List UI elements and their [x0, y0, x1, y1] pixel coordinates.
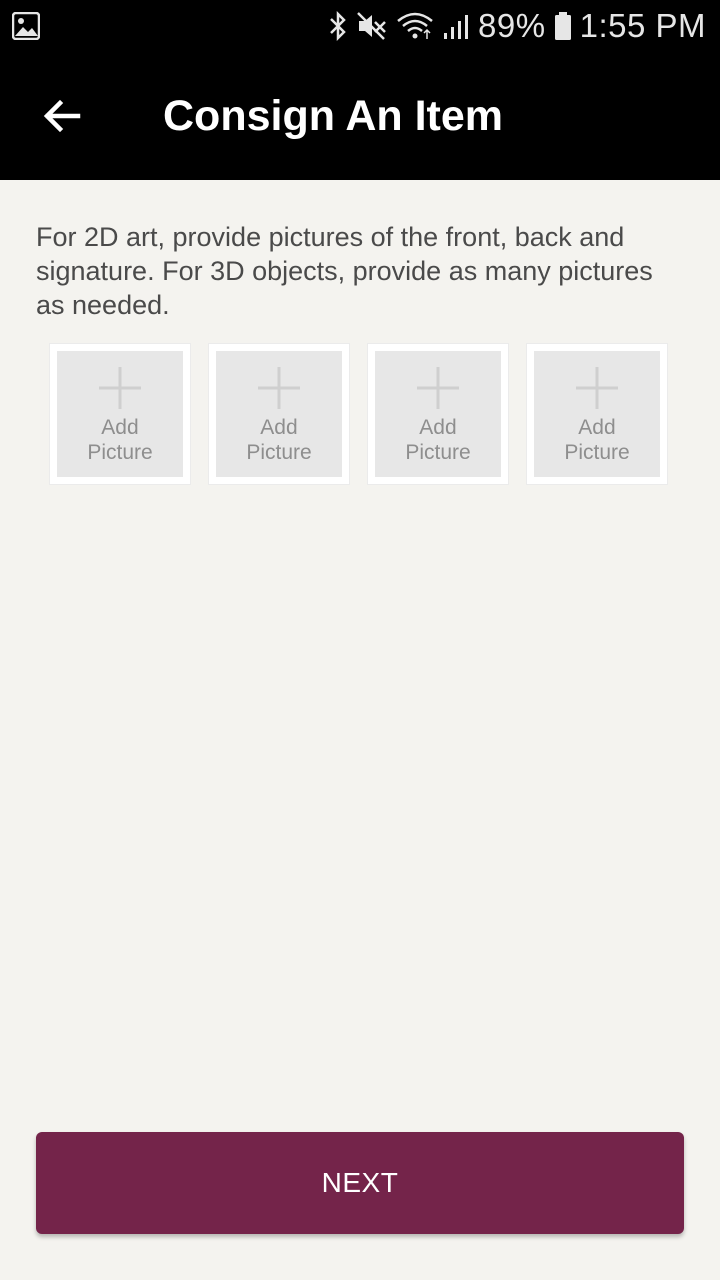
- add-picture-slot-4[interactable]: Add Picture: [526, 343, 668, 485]
- page-title: Consign An Item: [163, 92, 504, 140]
- add-picture-button[interactable]: Add Picture: [216, 351, 342, 477]
- add-picture-slot-2[interactable]: Add Picture: [208, 343, 350, 485]
- wifi-icon: [397, 12, 433, 39]
- signal-icon: [444, 15, 469, 39]
- add-picture-label: Add Picture: [87, 416, 153, 464]
- add-picture-label: Add Picture: [405, 416, 471, 464]
- arrow-left-icon[interactable]: [38, 92, 86, 140]
- next-button[interactable]: NEXT: [36, 1132, 684, 1234]
- battery-percent: 89%: [478, 7, 546, 44]
- status-icons: 89% 1:55 PM: [328, 0, 706, 52]
- add-picture-slot-3[interactable]: Add Picture: [367, 343, 509, 485]
- add-picture-slot-1[interactable]: Add Picture: [49, 343, 191, 485]
- plus-icon: [576, 367, 618, 409]
- plus-icon: [258, 367, 300, 409]
- clock: 1:55 PM: [579, 7, 706, 44]
- add-picture-button[interactable]: Add Picture: [375, 351, 501, 477]
- plus-icon: [99, 367, 141, 409]
- add-picture-button[interactable]: Add Picture: [534, 351, 660, 477]
- instructions-text: For 2D art, provide pictures of the fron…: [36, 222, 653, 320]
- add-picture-button[interactable]: Add Picture: [57, 351, 183, 477]
- battery-icon: [554, 12, 571, 40]
- plus-icon: [417, 367, 459, 409]
- app-bar: Consign An Item: [0, 52, 720, 180]
- add-picture-label: Add Picture: [246, 416, 312, 464]
- gallery-icon: [12, 12, 40, 40]
- bluetooth-icon: [330, 11, 346, 41]
- status-bar: 89% 1:55 PM: [0, 0, 720, 52]
- mute-icon: [357, 12, 386, 40]
- add-picture-label: Add Picture: [564, 416, 630, 464]
- photo-slots: Add Picture Add Picture Add Picture Add …: [49, 343, 668, 485]
